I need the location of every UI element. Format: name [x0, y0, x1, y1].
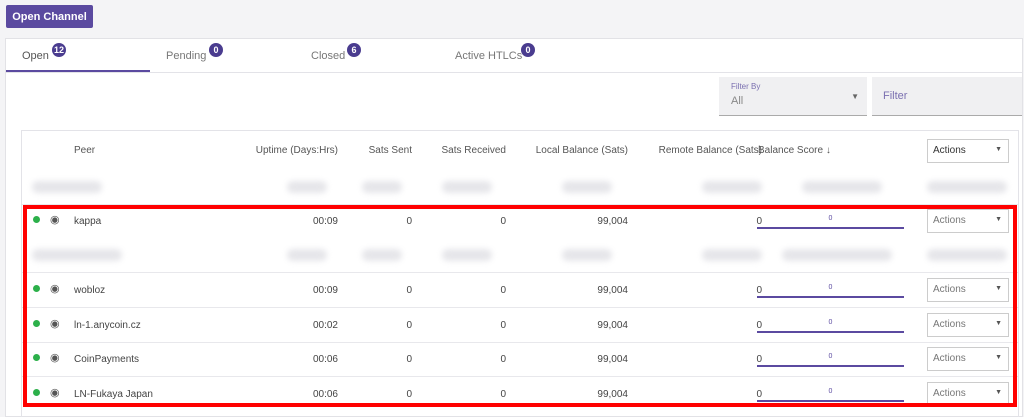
header-balance-score-label: Balance Score [758, 145, 824, 156]
header-peer[interactable]: Peer [74, 145, 95, 156]
header-local-balance[interactable]: Local Balance (Sats) [536, 145, 628, 156]
tab-active-htlcs-label: Active HTLCs [455, 50, 523, 62]
tab-pending-label: Pending [166, 50, 207, 62]
chevron-down-icon: ▼ [995, 146, 1002, 153]
open-channel-button[interactable]: Open Channel [6, 5, 93, 28]
tab-closed[interactable]: Closed 6 [311, 39, 411, 71]
header-balance-score[interactable]: Balance Score ↓ [758, 145, 831, 156]
filter-by-label: Filter By [731, 82, 761, 91]
filter-input[interactable]: Filter [872, 77, 1022, 116]
tab-open-label: Open [22, 50, 49, 62]
tab-closed-label: Closed [311, 50, 346, 62]
arrow-down-icon: ↓ [825, 145, 831, 156]
tab-open-count: 12 [52, 43, 66, 57]
filter-input-placeholder: Filter [883, 90, 908, 102]
header-remote-balance[interactable]: Remote Balance (Sats) [659, 145, 762, 156]
tab-active-htlcs-count: 0 [521, 43, 535, 57]
header-sats-received[interactable]: Sats Received [442, 145, 506, 156]
filter-by-value: All [731, 95, 744, 107]
chevron-down-icon: ▼ [851, 92, 859, 101]
tab-active-htlcs[interactable]: Active HTLCs 0 [455, 39, 565, 71]
tab-pending[interactable]: Pending 0 [166, 39, 266, 71]
highlight-box [23, 205, 1017, 407]
channel-tabs: Open 12 Pending 0 Closed 6 Active HTLCs … [6, 39, 1022, 73]
tab-closed-count: 6 [347, 43, 361, 57]
header-sats-sent[interactable]: Sats Sent [369, 145, 412, 156]
tab-open[interactable]: Open 12 [6, 39, 150, 71]
header-actions-select[interactable]: Actions ▼ [927, 139, 1009, 163]
tab-pending-count: 0 [209, 43, 223, 57]
table-header: Peer Uptime (Days:Hrs) Sats Sent Sats Re… [22, 131, 1018, 171]
blurred-row [22, 170, 1018, 205]
filter-by-select[interactable]: Filter By All ▼ [719, 77, 867, 116]
header-actions-label: Actions [933, 145, 966, 156]
header-uptime[interactable]: Uptime (Days:Hrs) [256, 145, 338, 156]
active-tab-indicator [6, 70, 150, 72]
